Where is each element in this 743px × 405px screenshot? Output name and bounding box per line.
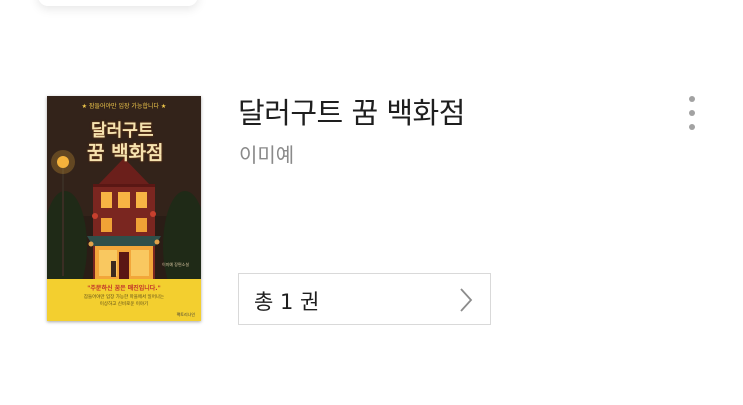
volume-count-label: 총 1 권 <box>254 290 320 314</box>
cover-publisher: 팩토리나인 <box>176 312 195 317</box>
volume-count-button[interactable]: 총 1 권 <box>238 273 491 325</box>
cover-promo-band: "주문하신 꿈은 매진입니다." 잠들어야만 입장 가능한 마을에서 일어나는 … <box>47 279 201 321</box>
vertical-ellipsis-icon-dot <box>689 110 695 116</box>
library-item-card: ★ 잠들어야만 입장 가능합니다 ★ 달러구트 꿈 백화점 이미예 장편소설 "… <box>0 0 743 405</box>
vertical-ellipsis-icon-dot <box>689 124 695 130</box>
cover-band-text-line2: 이상하고 신비로운 이야기 <box>99 302 149 307</box>
more-options-button[interactable] <box>680 94 704 132</box>
cover-band-text: 잠들어야만 입장 가능한 마을에서 일어나는 이상하고 신비로운 이야기 <box>47 294 201 308</box>
cover-band-text-line1: 잠들어야만 입장 가능한 마을에서 일어나는 <box>83 295 165 300</box>
cover-band-headline: "주문하신 꿈은 매진입니다." <box>87 285 161 292</box>
previous-item-card-edge <box>38 0 198 6</box>
book-title[interactable]: 달러구트 꿈 백화점 <box>238 90 465 132</box>
cover-title-line2: 꿈 백화점 <box>87 142 164 164</box>
cover-tagline: ★ 잠들어야만 입장 가능합니다 ★ <box>81 103 167 110</box>
cover-author: 이미예 장편소설 <box>161 262 189 267</box>
chevron-right-icon <box>460 288 473 312</box>
book-author: 이미예 <box>239 143 295 167</box>
vertical-ellipsis-icon <box>689 96 695 102</box>
book-cover-image[interactable]: ★ 잠들어야만 입장 가능합니다 ★ 달러구트 꿈 백화점 이미예 장편소설 "… <box>47 96 201 321</box>
